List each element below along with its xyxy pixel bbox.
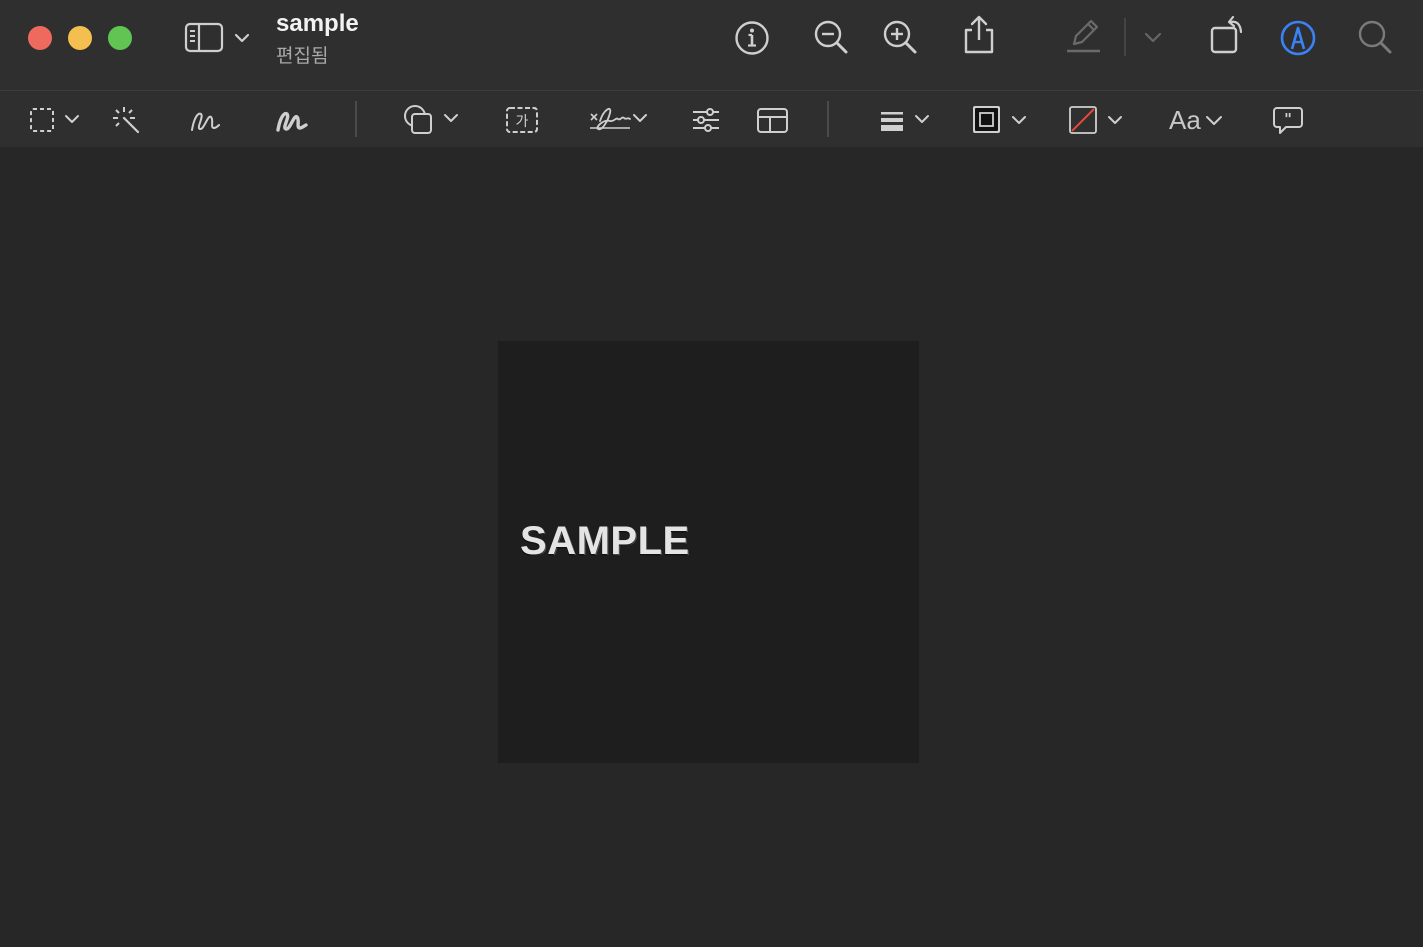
- chevron-down-icon: [1144, 32, 1162, 43]
- fill-color-menu[interactable]: [1067, 104, 1129, 136]
- zoom-out-button[interactable]: [812, 18, 852, 58]
- markup-button[interactable]: [1278, 18, 1318, 58]
- adjust-color-tool[interactable]: [690, 105, 722, 135]
- document-status: 편집됨: [276, 46, 329, 67]
- chevron-down-icon: [1205, 115, 1222, 125]
- highlighter-icon: [1067, 19, 1100, 53]
- zoom-out-icon: [814, 20, 848, 54]
- text-tool[interactable]: 가: [505, 105, 539, 135]
- sidebar-toggle-button[interactable]: [184, 20, 254, 56]
- draw-icon: [276, 111, 308, 132]
- sketch-tool[interactable]: [188, 104, 222, 136]
- adjust-size-tool[interactable]: [756, 105, 790, 135]
- minimize-button[interactable]: [68, 26, 92, 50]
- shape-style-menu[interactable]: [878, 105, 934, 135]
- image-description-button[interactable]: ": [1272, 105, 1304, 135]
- resize-icon: [757, 108, 788, 133]
- document-canvas: SAMPLE: [0, 147, 1423, 947]
- share-icon: [964, 15, 994, 54]
- signature-menu[interactable]: [588, 103, 654, 137]
- shapes-icon: [404, 105, 458, 134]
- highlight-button[interactable]: [1064, 16, 1104, 56]
- markup-toolbar: 가 Aa ": [0, 90, 1423, 148]
- markup-pen-icon: [1280, 20, 1316, 56]
- svg-text:": ": [1284, 110, 1292, 128]
- draw-tool[interactable]: [274, 104, 310, 136]
- toolbar-separator: [827, 101, 829, 137]
- line-weight-icon: [881, 112, 929, 131]
- sketch-icon: [191, 112, 220, 131]
- toolbar-separator: [355, 101, 357, 137]
- info-button[interactable]: [733, 19, 771, 57]
- shapes-menu[interactable]: [402, 103, 462, 137]
- toolbar-separator: [1124, 18, 1126, 56]
- text-box-icon: 가: [506, 107, 538, 133]
- highlight-options-button[interactable]: [1142, 28, 1164, 48]
- share-button[interactable]: [960, 14, 998, 56]
- search-button[interactable]: [1356, 18, 1396, 58]
- close-button[interactable]: [28, 26, 52, 50]
- dashed-rectangle-icon: [30, 108, 79, 132]
- rotate-button[interactable]: [1206, 14, 1248, 56]
- border-color-menu[interactable]: [971, 104, 1033, 136]
- info-icon: [735, 21, 769, 55]
- rectangular-selection-tool[interactable]: [28, 105, 84, 135]
- zoom-in-icon: [883, 20, 917, 54]
- zoom-in-button[interactable]: [881, 18, 921, 58]
- magic-wand-icon: [113, 107, 140, 134]
- text-style-label: Aa: [1169, 105, 1201, 135]
- sidebar-icon: [184, 22, 250, 53]
- fill-color-icon: [1069, 106, 1122, 134]
- border-color-icon: [973, 106, 1026, 133]
- title-bar: sample 편집됨: [0, 0, 1423, 90]
- document-title: sample: [276, 10, 359, 37]
- zoom-window-button[interactable]: [108, 26, 132, 50]
- instant-alpha-tool[interactable]: [110, 104, 142, 136]
- signature-icon: [590, 107, 647, 131]
- rotate-left-icon: [1210, 15, 1243, 54]
- sliders-icon: [693, 108, 719, 132]
- text-box-glyph: 가: [516, 114, 529, 130]
- search-icon: [1358, 20, 1392, 54]
- page-text: SAMPLE: [520, 519, 690, 563]
- document-page[interactable]: SAMPLE: [498, 341, 919, 763]
- speech-bubble-icon: ": [1273, 107, 1303, 134]
- text-style-menu[interactable]: Aa: [1169, 105, 1225, 136]
